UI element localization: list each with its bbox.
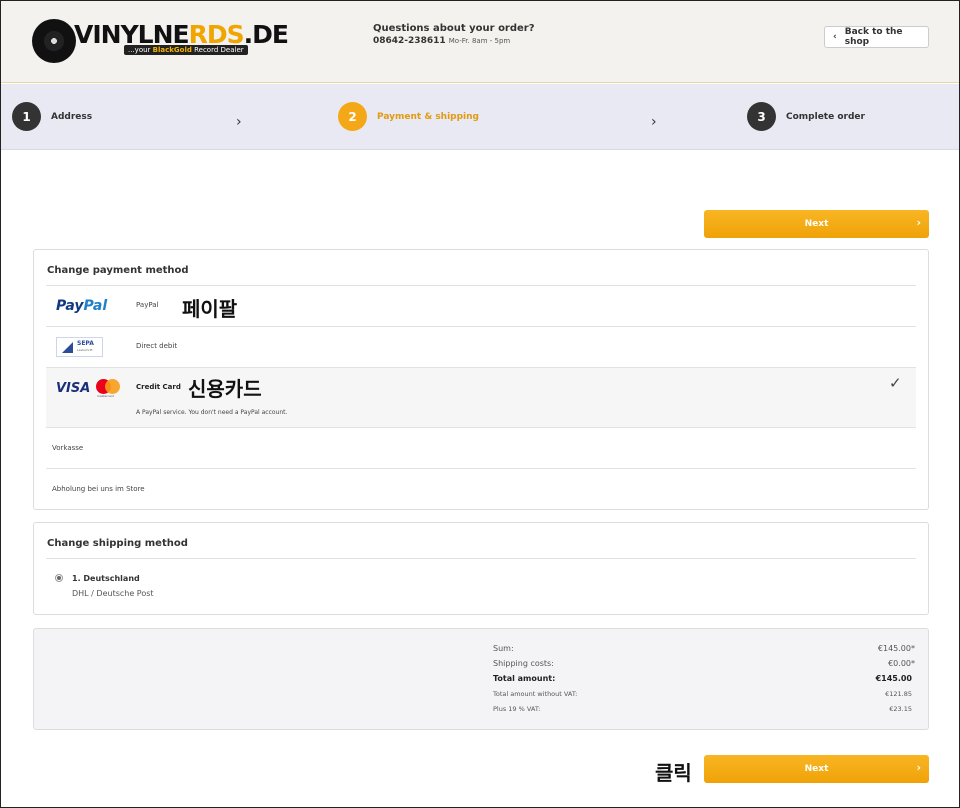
step-address[interactable]: 1 Address — [12, 102, 92, 131]
chevron-left-icon: ‹ — [833, 32, 837, 42]
next-label: Next — [804, 219, 829, 229]
contact-question: Questions about your order? — [373, 23, 535, 34]
visa-logo-icon: VISA — [56, 381, 91, 396]
payment-option-paypal[interactable]: PayPal PayPal 페이팔 — [46, 285, 916, 326]
mastercard-logo-icon: mastercard — [96, 379, 122, 398]
shipping-radio[interactable] — [55, 574, 63, 582]
payment-option-credit-card[interactable]: VISA mastercard Credit Card 신용카드 A PayPa… — [46, 367, 916, 427]
checkmark-icon: ✓ — [889, 374, 902, 392]
next-button-top[interactable]: Next › — [704, 210, 929, 238]
step-number: 3 — [747, 102, 776, 131]
contact-info: Questions about your order? 08642-238611… — [373, 23, 535, 46]
vinyl-record-icon — [32, 19, 76, 63]
step-label: Address — [51, 111, 93, 122]
shipping-option-desc: DHL / Deutsche Post — [72, 589, 154, 598]
step-complete-order[interactable]: 3 Complete order — [747, 102, 865, 131]
payment-option-label: PayPal — [136, 301, 159, 309]
step-payment-shipping[interactable]: 2 Payment & shipping — [338, 102, 479, 131]
step-number: 2 — [338, 102, 367, 131]
chevron-right-icon: › — [236, 114, 242, 130]
back-to-shop-label: Back to the shop — [844, 27, 903, 47]
payment-method-title: Change payment method — [47, 265, 189, 276]
step-label: Payment & shipping — [377, 111, 479, 122]
contact-hours: Mo-Fr. 8am - 5pm — [448, 37, 511, 45]
vinylnerds-logo[interactable]: VINYLNERDS.DE ...your BlackGold Record D… — [32, 19, 289, 65]
payment-option-label: Abholung bei uns im Store — [52, 485, 145, 493]
paypal-logo-icon: PayPal — [56, 298, 108, 314]
next-label: Next — [804, 764, 829, 774]
payment-method-panel: Change payment method PayPal PayPal 페이팔 … — [33, 249, 929, 510]
summary-total: Total amount: €145.00 — [493, 674, 912, 683]
annotation-credit-card: 신용카드 — [188, 377, 262, 401]
shipping-method-panel: Change shipping method 1. Deutschland DH… — [33, 522, 929, 615]
summary-sum: Sum: €145.00* — [493, 644, 915, 653]
payment-option-label: Direct debit — [136, 342, 178, 350]
sepa-logo-icon: SEPA Lastschrift — [56, 337, 103, 357]
logo-tagline: ...your BlackGold Record Dealer — [124, 45, 248, 55]
payment-option-vorkasse[interactable]: Vorkasse — [46, 427, 916, 468]
back-to-shop-button[interactable]: ‹ Back to the shop — [824, 26, 929, 48]
site-header: VINYLNERDS.DE ...your BlackGold Record D… — [1, 1, 959, 83]
summary-shipping: Shipping costs: €0.00* — [493, 659, 915, 668]
chevron-right-icon: › — [916, 216, 921, 229]
step-number: 1 — [12, 102, 41, 131]
chevron-right-icon: › — [651, 114, 657, 130]
contact-phone: 08642-238611 Mo-Fr. 8am - 5pm — [373, 36, 511, 46]
chevron-right-icon: › — [916, 761, 921, 774]
credit-card-note: A PayPal service. You don't need a PayPa… — [136, 409, 288, 416]
next-button-bottom[interactable]: Next › — [704, 755, 929, 783]
step-label: Complete order — [786, 111, 865, 122]
shipping-method-title: Change shipping method — [47, 538, 188, 549]
payment-option-label: Vorkasse — [52, 444, 84, 452]
payment-option-direct-debit[interactable]: SEPA Lastschrift Direct debit — [46, 326, 916, 367]
payment-option-label: Credit Card — [136, 383, 181, 391]
annotation-paypal: 페이팔 — [182, 297, 238, 321]
summary-vat: Plus 19 % VAT: €23.15 — [493, 705, 912, 713]
checkout-steps: 1 Address › 2 Payment & shipping › 3 Com… — [1, 84, 959, 150]
order-summary: Sum: €145.00* Shipping costs: €0.00* Total… — [33, 628, 929, 730]
payment-option-store-pickup[interactable]: Abholung bei uns im Store — [46, 468, 916, 509]
shipping-option-name[interactable]: 1. Deutschland — [72, 574, 140, 583]
annotation-click: 클릭 — [655, 761, 692, 785]
summary-without-vat: Total amount without VAT: €121.85 — [493, 690, 912, 698]
divider — [46, 558, 916, 559]
